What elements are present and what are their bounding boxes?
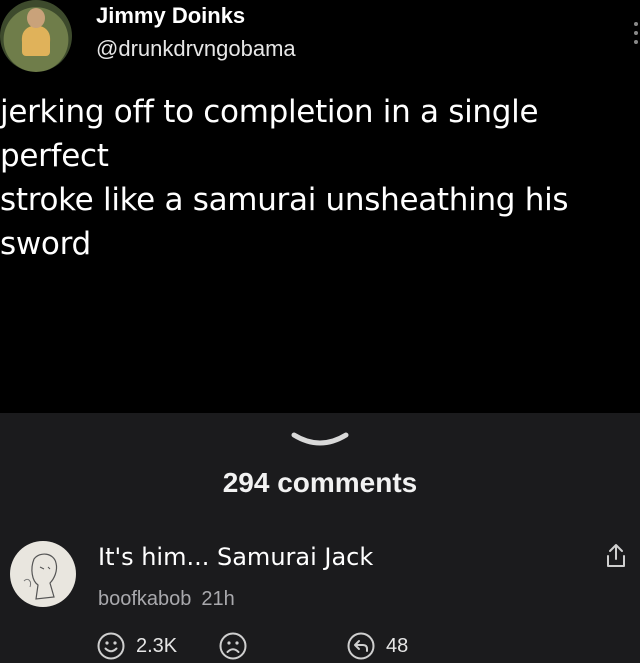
frown-icon — [219, 632, 247, 660]
dislike-button[interactable] — [218, 631, 248, 661]
comment-username[interactable]: boofkabob — [98, 588, 191, 610]
more-dots-icon[interactable] — [634, 22, 640, 48]
commenter-avatar[interactable] — [10, 541, 76, 607]
smile-icon — [97, 632, 125, 660]
comment-text: It's him... Samurai Jack — [98, 543, 374, 571]
share-icon[interactable] — [604, 543, 628, 569]
author-handle[interactable]: @drunkdrvngobama — [96, 36, 296, 62]
chevron-down-icon[interactable] — [290, 429, 350, 453]
comments-panel: 294 comments It's him... Samurai Jack bo… — [0, 413, 640, 663]
comment-meta: boofkabob 21h — [98, 588, 235, 611]
like-button[interactable]: 2.3K — [96, 631, 177, 661]
tweet-text-line: jerking off to completion in a single pe… — [0, 94, 539, 174]
reply-count: 48 — [386, 634, 409, 657]
author-name[interactable]: Jimmy Doinks — [96, 3, 245, 29]
tweet-text: jerking off to completion in a single pe… — [0, 90, 640, 266]
comments-count: 294 comments — [222, 467, 418, 498]
tweet-text-line: stroke like a samurai unsheathing his — [0, 182, 569, 218]
tweet: Jimmy Doinks @drunkdrvngobama jerking of… — [0, 0, 640, 413]
author-avatar[interactable] — [0, 0, 72, 72]
tweet-text-line: sword — [0, 226, 91, 262]
comment-time: 21h — [201, 588, 235, 610]
like-count: 2.3K — [136, 634, 178, 657]
comment-actions: 2.3K 48 — [96, 631, 640, 661]
reply-button[interactable]: 48 — [346, 631, 408, 661]
reply-icon — [347, 632, 375, 660]
